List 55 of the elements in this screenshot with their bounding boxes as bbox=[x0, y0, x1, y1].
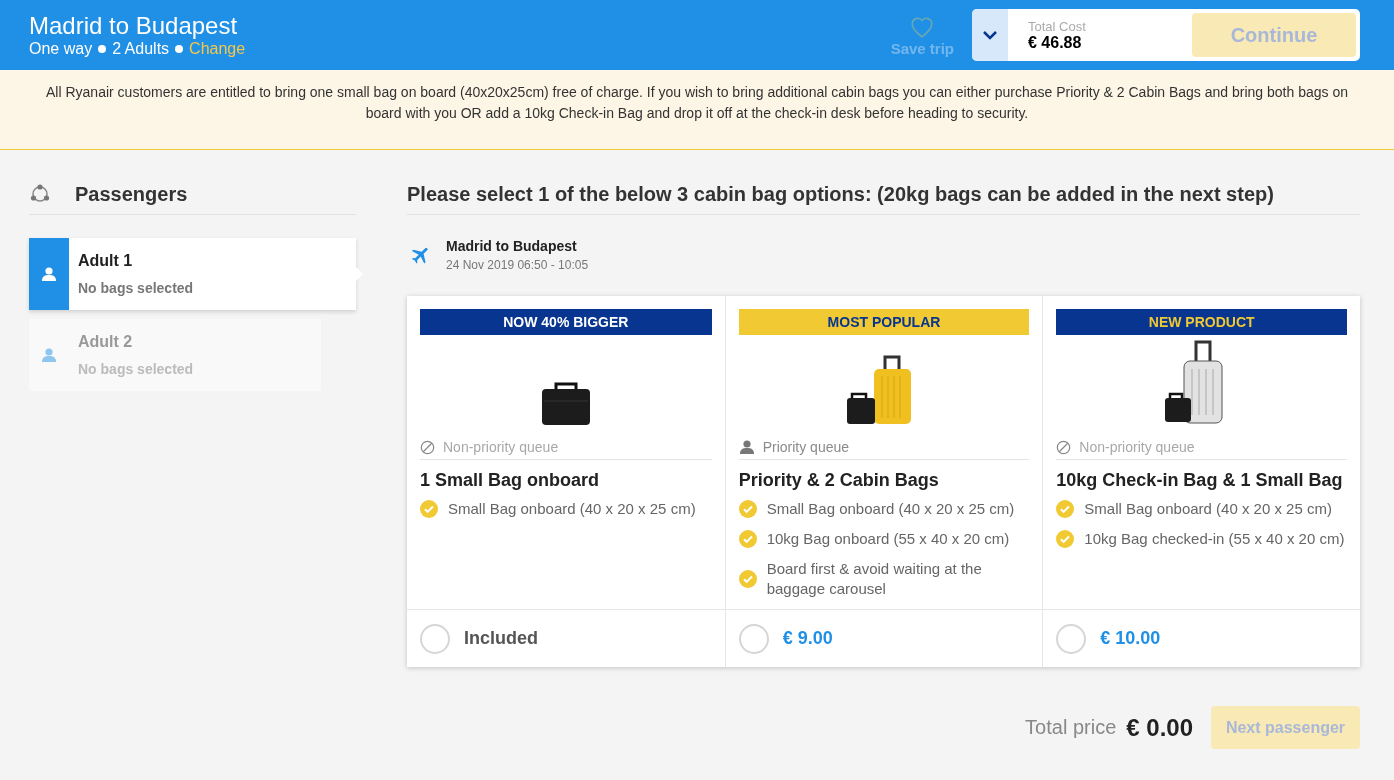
radio-button[interactable] bbox=[1056, 623, 1087, 654]
chevron-down-icon bbox=[983, 30, 997, 40]
section-heading: Please select 1 of the below 3 cabin bag options: (20kg bags can be added in the next step) bbox=[407, 174, 1360, 215]
feature-text: Board first & avoid waiting at the baggage carousel bbox=[766, 559, 983, 599]
expand-button[interactable] bbox=[972, 9, 1008, 61]
person-icon bbox=[738, 440, 755, 454]
passenger-name: Adult 1 bbox=[78, 252, 134, 270]
queue-label: Non-priority queue bbox=[443, 439, 559, 455]
queue-label: Non-priority queue bbox=[1079, 439, 1195, 455]
feature-text: Small Bag onboard (40 x 20 x 25 cm) bbox=[1084, 499, 1332, 519]
total-cost-amount: € 46.88 bbox=[1028, 33, 1083, 52]
passenger-name: Adult 2 bbox=[78, 333, 134, 351]
total-price-amount: € 0.00 bbox=[1126, 713, 1193, 742]
queue-label: Priority queue bbox=[762, 439, 850, 455]
separator-dot bbox=[98, 45, 107, 53]
feature-text: 10kg Bag onboard (55 x 40 x 20 cm) bbox=[766, 529, 1010, 549]
separator-dot bbox=[175, 45, 184, 53]
trip-type: One way bbox=[29, 40, 93, 58]
user-icon bbox=[41, 267, 57, 281]
trip-title: Madrid to Budapest bbox=[29, 12, 239, 40]
check-icon bbox=[1056, 530, 1075, 548]
sidebar-title: Passengers bbox=[75, 182, 188, 206]
check-icon bbox=[1056, 500, 1075, 518]
option-title: 1 Small Bag onboard bbox=[420, 470, 601, 491]
user-icon bbox=[41, 348, 57, 362]
option-price: Included bbox=[464, 628, 538, 649]
option-price: € 10.00 bbox=[1100, 628, 1161, 649]
total-price-label: Total price bbox=[1025, 716, 1117, 739]
passenger-status: No bags selected bbox=[78, 280, 194, 296]
flight-route: Madrid to Budapest bbox=[446, 238, 578, 254]
info-text: All Ryanair customers are entitled to bring one small bag on board (40x20x25cm) free of charge. If you wish to bring additional cabin bags you can either purchase Priority & 2 Cabin Bags and bring both bags on board with you OR add a 10kg Check-in Bag and drop it off at the check-in desk before heading to security. bbox=[45, 83, 1349, 123]
feature-text: 10kg Bag checked-in (55 x 40 x 20 cm) bbox=[1084, 529, 1345, 549]
radio-button[interactable] bbox=[420, 623, 450, 654]
option-badge: MOST POPULAR bbox=[738, 309, 1030, 335]
radio-button[interactable] bbox=[738, 623, 769, 654]
option-badge: NOW 40% BIGGER bbox=[420, 309, 712, 335]
option-price: € 9.00 bbox=[782, 628, 833, 649]
total-cost-label: Total Cost bbox=[1028, 18, 1087, 34]
check-icon bbox=[738, 500, 757, 518]
feature-text: Small Bag onboard (40 x 20 x 25 cm) bbox=[448, 499, 696, 519]
passenger-count: 2 Adults bbox=[112, 40, 170, 58]
change-link[interactable]: Change bbox=[189, 40, 246, 58]
passenger-tab[interactable]: Adult 2 No bags selected bbox=[29, 319, 321, 391]
no-entry-icon bbox=[420, 439, 435, 455]
option-badge: NEW PRODUCT bbox=[1056, 309, 1347, 335]
passenger-status: No bags selected bbox=[78, 361, 194, 377]
flight-date-time: 24 Nov 2019 06:50 - 10:05 bbox=[446, 258, 589, 272]
check-icon bbox=[738, 570, 757, 588]
check-icon bbox=[420, 500, 438, 518]
passengers-icon bbox=[29, 184, 51, 204]
check-icon bbox=[738, 530, 757, 548]
option-title: Priority & 2 Cabin Bags bbox=[738, 470, 940, 491]
option-title: 10kg Check-in Bag & 1 Small Bag bbox=[1056, 470, 1344, 491]
no-entry-icon bbox=[1056, 439, 1072, 455]
feature-text: Small Bag onboard (40 x 20 x 25 cm) bbox=[766, 499, 1015, 519]
